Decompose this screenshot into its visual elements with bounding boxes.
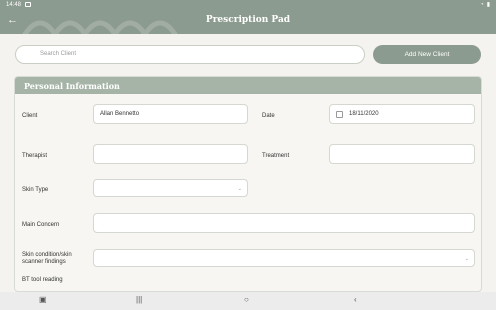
status-bar: 14:48 ◔ ▮ (0, 0, 496, 9)
home-icon[interactable]: ○ (244, 295, 249, 304)
screenshot-icon[interactable]: ▣ (39, 295, 47, 304)
client-value: Allan Bennetto (100, 111, 140, 117)
therapist-field[interactable] (93, 144, 248, 164)
bt-tool-label: BT tool reading (22, 277, 63, 283)
client-label: Client (22, 113, 38, 119)
panel-title: Personal Information (15, 77, 481, 94)
skin-condition-label: Skin condition/skin scanner findings (22, 252, 72, 265)
treatment-field[interactable] (329, 144, 475, 164)
skin-condition-select[interactable]: ⌄ (93, 249, 475, 267)
skin-type-label: Skin Type (22, 187, 49, 193)
main-concern-field[interactable] (93, 213, 475, 233)
main-concern-label: Main Concern (22, 222, 60, 228)
page-title: Prescription Pad (205, 15, 291, 25)
search-client-input[interactable]: Search Client (15, 45, 365, 64)
add-new-client-button[interactable]: Add New Client (373, 45, 481, 64)
date-value: 18/11/2020 (349, 111, 379, 117)
chevron-down-icon: ⌄ (464, 256, 469, 262)
recent-apps-icon[interactable]: ||| (136, 295, 142, 304)
battery-icon: ▮ (486, 2, 490, 8)
status-time: 14:48 (6, 1, 22, 8)
date-label: Date (262, 113, 275, 119)
therapist-label: Therapist (22, 153, 48, 159)
calendar-icon (336, 110, 343, 118)
system-nav-bar: ▣ ||| ○ ‹ (0, 292, 496, 310)
back-nav-icon[interactable]: ‹ (354, 295, 357, 304)
app-bar: ← Prescription Pad (0, 9, 496, 34)
chevron-down-icon: ⌄ (237, 186, 242, 192)
treatment-label: Treatment (262, 153, 290, 159)
image-notification-icon (25, 2, 32, 7)
skin-type-select[interactable]: ⌄ (93, 179, 248, 197)
wifi-icon: ◔ (480, 1, 484, 8)
personal-information-panel: Personal Information Client Allan Bennet… (14, 76, 482, 292)
client-field[interactable]: Allan Bennetto (93, 104, 248, 124)
date-field[interactable]: 18/11/2020 (329, 104, 475, 124)
